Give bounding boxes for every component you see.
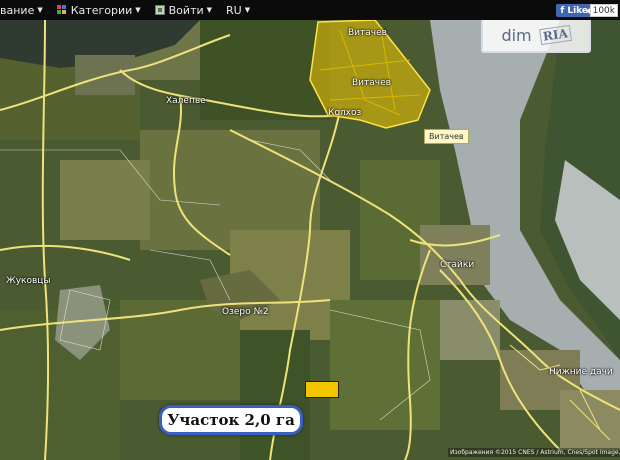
nav-item-main-label: вание <box>0 3 35 17</box>
place-label-khalepye: Халепье <box>166 96 206 106</box>
categories-icon <box>56 5 67 15</box>
nav-item-login[interactable]: Войти ▼ <box>154 0 213 20</box>
place-label-nizhnie-dachi: Нижние дачи <box>549 367 613 377</box>
chevron-down-icon: ▼ <box>244 6 251 14</box>
nav-item-login-label: Войти <box>168 3 204 17</box>
nav-item-main[interactable]: вание ▼ <box>0 0 43 20</box>
map-attribution: Изображения ©2015 CNES / Astrium, Cnes/S… <box>448 448 620 457</box>
place-label-staiki: Стайки <box>440 260 475 270</box>
place-label-vitachev-inner: Витачев <box>352 78 391 88</box>
top-navigation-bar: вание ▼ Категории ▼ Войти ▼ RU ▼ f Like … <box>0 0 620 20</box>
dim-ria-watermark-logo: dim RIA <box>481 17 591 53</box>
place-label-zhukovtsy: Жуковцы <box>6 276 51 286</box>
nav-item-categories-label: Категории <box>70 3 133 17</box>
place-label-ozero: Озеро №2 <box>222 307 269 317</box>
facebook-like-count: 100k <box>585 4 618 17</box>
facebook-icon: f <box>560 5 565 16</box>
chevron-down-icon: ▼ <box>37 6 43 14</box>
chevron-down-icon: ▼ <box>135 6 141 14</box>
plot-location-marker[interactable] <box>305 381 339 398</box>
chevron-down-icon: ▼ <box>206 6 213 14</box>
place-label-vitachev-top: Витачев <box>348 28 387 38</box>
watermark-ria-text: RIA <box>538 24 572 46</box>
plot-area-callout: Участок 2,0 га <box>159 405 303 435</box>
watermark-dim-text: dim <box>501 25 532 45</box>
nav-item-language-label: RU <box>226 3 242 17</box>
map-popup-vitachev[interactable]: Витачев <box>424 129 469 144</box>
login-icon <box>154 5 165 15</box>
nav-item-language[interactable]: RU ▼ <box>226 0 250 20</box>
nav-item-categories[interactable]: Категории ▼ <box>56 0 141 20</box>
place-label-kolkhoz: Колхоз <box>328 108 362 118</box>
